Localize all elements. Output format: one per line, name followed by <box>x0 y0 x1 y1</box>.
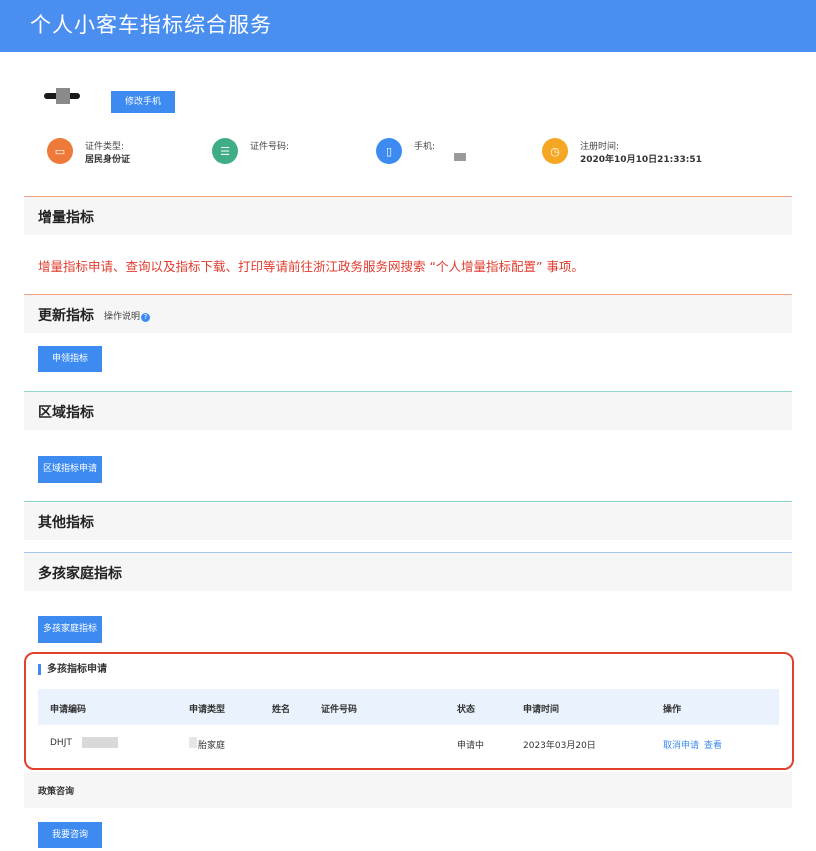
col-action: 操作 <box>663 705 682 715</box>
page-title: 个人小客车指标综合服务 <box>30 13 272 37</box>
col-type: 申请类型 <box>189 705 226 715</box>
section-title: 多孩家庭指标 <box>38 566 122 582</box>
section-renewal: 更新指标 操作说明? <box>24 295 792 333</box>
cell-date: 2023年03月20日 <box>523 741 596 751</box>
col-id: 证件号码 <box>321 705 358 715</box>
info-label: 手机: <box>414 142 436 152</box>
col-status: 状态 <box>457 705 476 715</box>
section-increment: 增量指标 <box>24 197 792 235</box>
redaction-mark <box>454 153 466 161</box>
info-value: 居民身份证 <box>85 155 131 165</box>
section-other: 其他指标 <box>24 502 792 540</box>
help-label: 操作说明 <box>104 312 141 322</box>
section-regional: 区域指标 <box>24 392 792 430</box>
redaction-mark <box>56 88 70 104</box>
redacted-username <box>44 88 80 104</box>
phone-icon: ▯ <box>376 138 402 164</box>
cell-status: 申请中 <box>457 741 485 751</box>
regional-apply-button[interactable]: 区域指标申请 <box>38 456 102 483</box>
section-title: 区域指标 <box>38 405 94 421</box>
modify-phone-button[interactable]: 修改手机 <box>111 91 175 113</box>
info-label: 证件类型: <box>85 142 125 152</box>
redaction-mark <box>82 737 118 748</box>
section-title: 增量指标 <box>38 210 94 226</box>
view-application-link[interactable]: 查看 <box>704 738 722 751</box>
id-number-icon: ☰ <box>212 138 238 164</box>
table-row: DHJT 胎家庭 申请中 2023年03月20日 取消申请 查看 <box>38 725 779 761</box>
info-label: 证件号码: <box>250 142 290 152</box>
section-title: 其他指标 <box>38 515 94 531</box>
consult-button[interactable]: 我要咨询 <box>38 822 102 848</box>
top-header-bar: 个人小客车指标综合服务 <box>0 0 816 52</box>
cell-code: DHJT <box>50 738 72 748</box>
col-name: 姓名 <box>272 705 291 715</box>
multi-child-button[interactable]: 多孩家庭指标 <box>38 616 102 643</box>
redaction-mark <box>189 737 197 748</box>
application-title: 多孩指标申请 <box>38 664 107 675</box>
section-consult: 政策咨询 <box>24 772 792 808</box>
info-label: 注册时间: <box>580 142 620 152</box>
apply-renewal-button[interactable]: 申领指标 <box>38 346 102 372</box>
section-title: 更新指标 <box>38 308 94 324</box>
info-value: 2020年10月10日21:33:51 <box>580 155 702 165</box>
cancel-application-link[interactable]: 取消申请 <box>663 738 699 751</box>
section-multi-child: 多孩家庭指标 <box>24 553 792 591</box>
col-date: 申请时间 <box>523 705 560 715</box>
col-code: 申请编码 <box>50 705 87 715</box>
cell-type: 胎家庭 <box>198 741 226 751</box>
increment-notice: 增量指标申请、查询以及指标下载、打印等请前往浙江政务服务网搜索 “个人增量指标配… <box>38 259 584 274</box>
clock-icon: ◷ <box>542 138 568 164</box>
id-card-icon: ▭ <box>47 138 73 164</box>
question-icon: ? <box>141 313 151 322</box>
section-title: 政策咨询 <box>38 787 75 797</box>
operation-help-link[interactable]: 操作说明? <box>104 309 151 322</box>
table-header: 申请编码 申请类型 姓名 证件号码 状态 申请时间 操作 <box>38 689 779 725</box>
